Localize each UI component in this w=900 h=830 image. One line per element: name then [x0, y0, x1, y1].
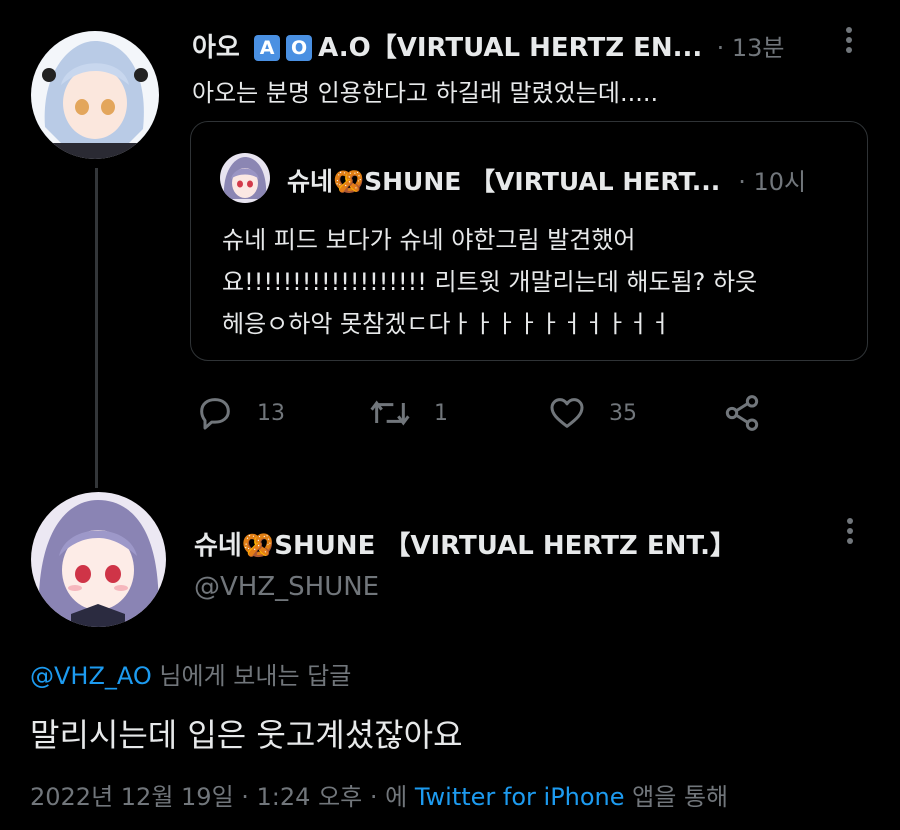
top-display-name[interactable]: 아오	[192, 33, 240, 63]
main-display-name[interactable]: 슈네🥨SHUNE 【VIRTUAL HERTZ ENT.】	[194, 525, 736, 562]
avatar-shune[interactable]	[31, 492, 166, 627]
badge-o: O	[286, 35, 313, 61]
like-action[interactable]: 35	[547, 393, 637, 433]
share-icon	[725, 395, 759, 431]
main-tweet-text: 말리시는데 입은 웃고계셨잖아요	[30, 716, 463, 754]
share-action[interactable]	[722, 393, 784, 433]
quote-text-line: 요!!!!!!!!!!!!!!!!!!! 리트윗 개말리는데 해도됨? 하읏	[222, 268, 758, 296]
retweet-icon	[370, 400, 410, 426]
quote-avatar-image	[220, 153, 270, 203]
heart-icon	[550, 398, 584, 428]
like-count: 35	[609, 400, 637, 426]
reply-count: 13	[257, 400, 285, 426]
quote-avatar-shune	[220, 153, 270, 203]
avatar-shune-image	[31, 492, 166, 627]
top-tweet-time[interactable]: · 13분	[717, 34, 785, 62]
top-tweet-header: 아오 A O A.O【VIRTUAL HERTZ EN... · 13분	[192, 27, 784, 64]
top-tweet-text: 아오는 분명 인용한다고 하길래 말렸었는데.....	[192, 79, 659, 107]
reply-icon	[200, 398, 230, 430]
avatar-ao[interactable]	[31, 31, 159, 159]
retweet-action[interactable]: 1	[368, 393, 448, 433]
quote-display-name: 슈네🥨SHUNE 【VIRTUAL HERT...	[287, 167, 721, 196]
quote-text-line: 헤응ㅇ하악 못참겠ㄷ다ㅏㅏㅏㅏㅏㅓㅓㅏㅓㅓ	[222, 310, 672, 338]
quote-text-line: 슈네 피드 보다가 슈네 야한그림 발견했어	[222, 226, 636, 254]
reply-context: @VHZ_AO 님에게 보내는 답글	[30, 656, 351, 691]
quoted-tweet-card[interactable]: 슈네🥨SHUNE 【VIRTUAL HERT... · 10시 슈네 피드 보다…	[190, 121, 868, 361]
thread-connector-line	[95, 168, 98, 488]
top-more-options-icon[interactable]	[839, 27, 859, 61]
reply-to-link[interactable]: @VHZ_AO	[30, 662, 152, 690]
tweet-meta: 2022년 12월 19일 · 1:24 오후 · 에 Twitter for …	[30, 777, 728, 812]
quote-text: 슈네 피드 보다가 슈네 야한그림 발견했어 요!!!!!!!!!!!!!!!!…	[222, 219, 757, 345]
badge-a: A	[254, 35, 281, 61]
reply-to-suffix: 님에게 보내는 답글	[151, 662, 352, 690]
source-link[interactable]: Twitter for iPhone	[415, 783, 625, 811]
main-handle[interactable]: @VHZ_SHUNE	[194, 572, 379, 602]
main-more-options-icon[interactable]	[840, 518, 860, 552]
top-name-rest[interactable]: A.O【VIRTUAL HERTZ EN...	[318, 33, 702, 63]
reply-action[interactable]: 13	[195, 393, 285, 433]
source-suffix: 앱을 통해	[624, 783, 729, 811]
retweet-count: 1	[434, 400, 448, 426]
quote-time: · 10시	[738, 168, 807, 196]
avatar-ao-image	[31, 31, 159, 159]
tweet-timestamp[interactable]: 2022년 12월 19일 · 1:24 오후 · 에	[30, 783, 415, 811]
